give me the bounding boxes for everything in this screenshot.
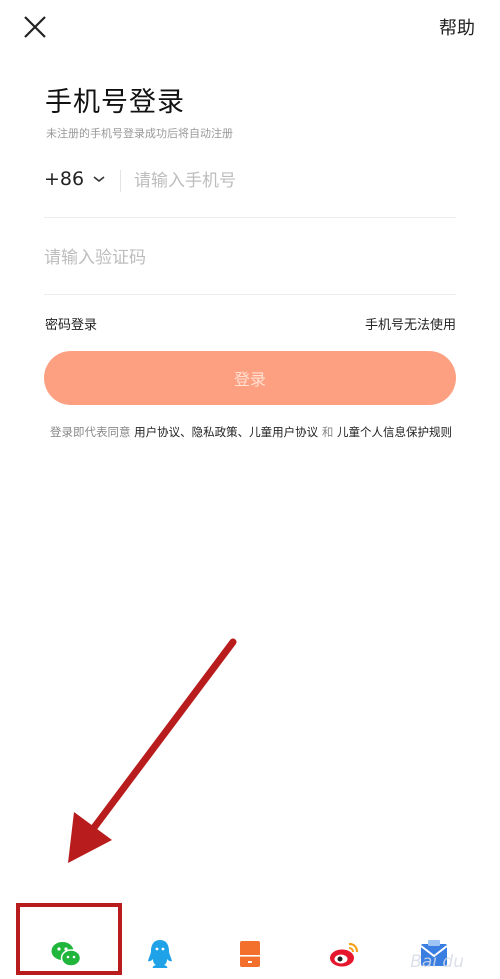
children-privacy-link[interactable]: 儿童个人信息保护规则 bbox=[337, 425, 452, 439]
close-icon bbox=[24, 16, 46, 38]
page-subtitle: 未注册的手机号登录成功后将自动注册 bbox=[46, 127, 233, 140]
phone-icon bbox=[240, 941, 260, 967]
children-agreement-link[interactable]: 儿童用户协议 bbox=[249, 425, 318, 439]
phone-unavailable-link[interactable]: 手机号无法使用 bbox=[365, 314, 456, 333]
country-code-label: +86 bbox=[44, 168, 85, 190]
agreement-separator: 、 bbox=[237, 425, 250, 439]
agreement-separator: 、 bbox=[180, 425, 192, 439]
user-agreement-link[interactable]: 用户协议 bbox=[134, 425, 180, 439]
weibo-icon bbox=[330, 942, 359, 967]
qq-icon bbox=[148, 940, 172, 968]
qq-login-button[interactable] bbox=[144, 938, 176, 970]
password-login-link[interactable]: 密码登录 bbox=[45, 314, 97, 333]
help-link[interactable]: 帮助 bbox=[439, 14, 475, 40]
agreement-prefix: 登录即代表同意 bbox=[50, 425, 131, 439]
divider bbox=[120, 170, 121, 192]
close-button[interactable] bbox=[20, 12, 50, 42]
divider bbox=[44, 217, 456, 218]
agreement-text: 登录即代表同意 用户协议、隐私政策、儿童用户协议 和 儿童个人信息保护规则 bbox=[46, 422, 456, 442]
agreement-and: 和 bbox=[318, 425, 337, 439]
login-button[interactable]: 登录 bbox=[44, 351, 456, 405]
country-code-selector[interactable]: +86 bbox=[44, 168, 106, 190]
privacy-policy-link[interactable]: 隐私政策 bbox=[192, 425, 238, 439]
weibo-login-button[interactable] bbox=[328, 938, 360, 970]
phone-login-button[interactable] bbox=[234, 938, 266, 970]
phone-input[interactable] bbox=[134, 168, 454, 194]
verification-code-input[interactable] bbox=[44, 245, 456, 271]
page-title: 手机号登录 bbox=[45, 87, 185, 118]
watermark: Bai du bbox=[410, 952, 464, 972]
annotation-arrow bbox=[68, 638, 237, 863]
wechat-login-button[interactable] bbox=[50, 938, 82, 970]
divider bbox=[44, 294, 456, 295]
chevron-down-icon bbox=[93, 176, 105, 183]
wechat-icon bbox=[51, 942, 82, 967]
